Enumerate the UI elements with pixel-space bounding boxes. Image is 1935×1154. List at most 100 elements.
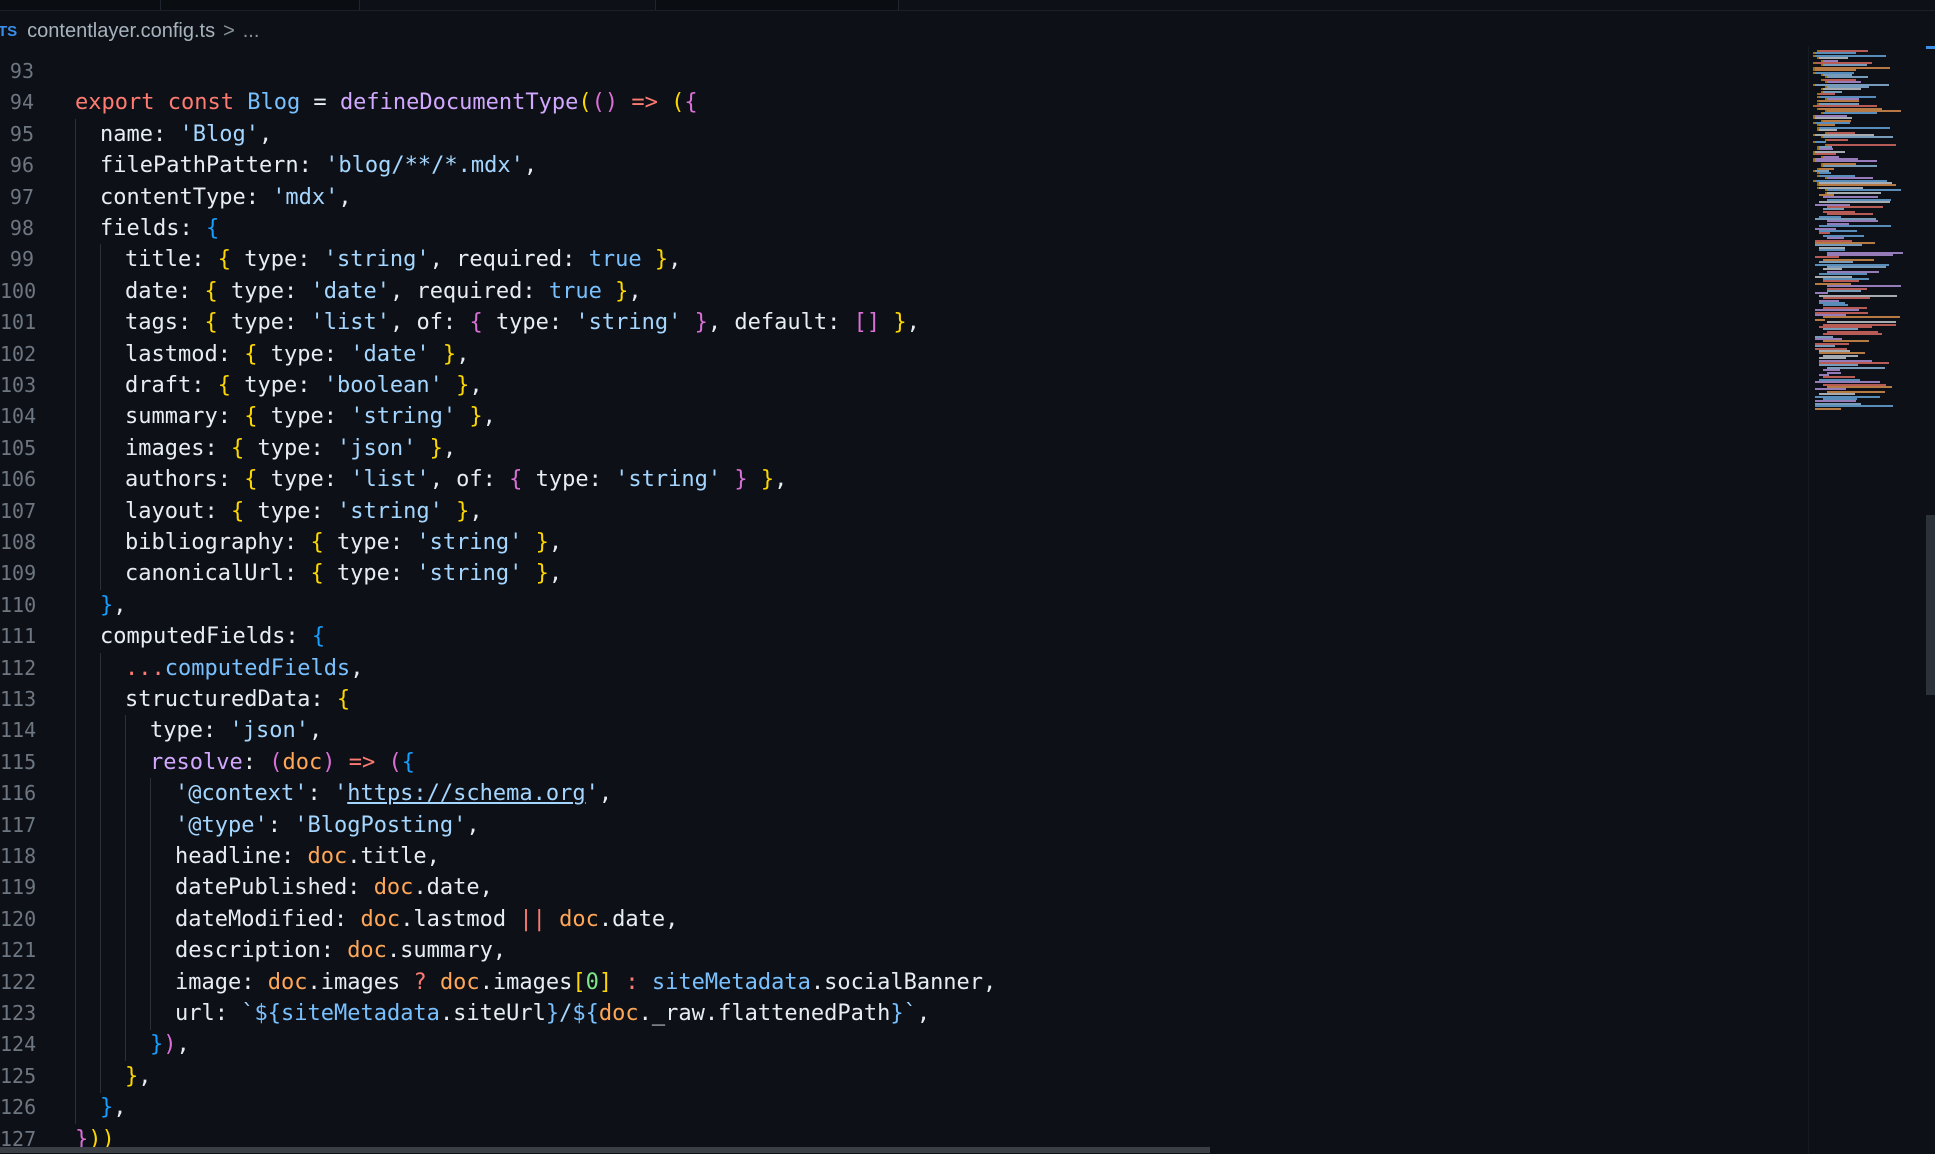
code-token: doc — [559, 906, 599, 932]
code-token: { — [204, 310, 231, 336]
line-number: 119 — [0, 875, 37, 900]
indent-guide — [75, 244, 76, 277]
line-number: 123 — [0, 1001, 37, 1025]
indent-guide — [75, 966, 76, 999]
code-line[interactable]: 113 structuredData: { — [0, 684, 1800, 715]
minimap-line — [1815, 407, 1841, 410]
code-token: .images — [307, 969, 414, 995]
code-line[interactable]: 124}), — [0, 1029, 1800, 1060]
tab[interactable] — [656, 0, 899, 10]
indent-guide — [100, 558, 101, 591]
code-token: true — [548, 278, 602, 304]
code-token: () — [591, 90, 619, 116]
line-number: 124 — [0, 1032, 37, 1057]
code-line[interactable]: 126}, — [0, 1092, 1800, 1123]
code-token: ' — [585, 781, 599, 807]
minimap[interactable] — [1808, 46, 1935, 1154]
code-content: }, — [100, 1092, 127, 1123]
code-line[interactable]: 125}, — [0, 1061, 1800, 1092]
code-token: doc — [267, 969, 308, 995]
code-line[interactable]: 106 authors: { type: 'list', of: { type: … — [0, 464, 1800, 495]
code-token: { — [684, 90, 698, 116]
indent-guide — [75, 118, 76, 151]
breadcrumb-symbol[interactable]: ... — [243, 20, 260, 43]
indent-guide — [75, 1092, 76, 1125]
code-line[interactable]: 100 date: { type: 'date', required: true … — [0, 276, 1800, 307]
code-token: } — [601, 278, 629, 304]
code-line[interactable]: 115 resolve: (doc) => ({ — [0, 747, 1800, 778]
indent-guide — [150, 778, 151, 811]
code-token: } — [456, 404, 483, 430]
code-token: bibliography: — [125, 530, 311, 555]
code-token: .date, — [598, 906, 679, 932]
line-number: 97 — [9, 184, 34, 209]
code-content: '@type': 'BlogPosting', — [175, 810, 480, 841]
code-line[interactable]: 107 layout: { type: 'string' }, — [0, 496, 1800, 527]
code-line[interactable]: 105 images: { type: 'json' }, — [0, 433, 1800, 464]
code-line[interactable]: 122 image: doc.images ? doc.images[0] : s… — [0, 967, 1800, 998]
minimap-line — [1815, 318, 1825, 321]
code-token: , — [466, 812, 480, 838]
code-editor[interactable]: 93 94 export const Blog = defineDocumentTy… — [0, 46, 1805, 1154]
code-line[interactable]: 123 url: `${siteMetadata.siteUrl}/${doc._… — [0, 998, 1800, 1029]
code-line[interactable]: 108 bibliography: { type: 'string' }, — [0, 527, 1800, 558]
breadcrumb-file[interactable]: contentlayer.config.ts — [27, 20, 215, 43]
tab[interactable] — [161, 0, 360, 10]
line-number: 104 — [0, 404, 37, 429]
code-line[interactable]: 117 '@type': 'BlogPosting', — [0, 810, 1800, 841]
code-line[interactable]: 119 datePublished: doc.date, — [0, 872, 1800, 903]
indent-guide — [75, 432, 76, 465]
code-line[interactable]: 112 ...computedFields, — [0, 653, 1800, 684]
indent-guide — [100, 778, 101, 811]
code-token: , — [628, 278, 642, 304]
code-token: } — [522, 561, 549, 587]
indent-guide — [75, 715, 76, 748]
code-token: layout: — [125, 498, 231, 524]
code-token: tags: — [125, 310, 205, 336]
code-token: type: — [244, 373, 324, 398]
tab[interactable] — [0, 0, 161, 10]
code-line[interactable]: 111 computedFields: { — [0, 621, 1800, 652]
code-line[interactable]: 120 dateModified: doc.lastmod || doc.date… — [0, 904, 1800, 935]
code-content: draft: { type: 'boolean' }, — [125, 370, 483, 401]
code-line[interactable]: 109 canonicalUrl: { type: 'string' }, — [0, 558, 1800, 589]
code-token: } — [442, 498, 470, 524]
code-token: , — [906, 310, 920, 336]
code-line[interactable]: 118 headline: doc.title, — [0, 841, 1800, 872]
code-token: 'json' — [229, 718, 309, 744]
code-token: type: — [336, 530, 417, 555]
code-line[interactable]: 98 fields: { — [0, 213, 1800, 244]
code-token: : — [242, 749, 270, 775]
code-line[interactable]: 97 contentType: 'mdx', — [0, 182, 1800, 213]
code-line[interactable]: 94 export const Blog = defineDocumentType… — [0, 87, 1800, 118]
code-line[interactable]: 101 tags: { type: 'list', of: { type: 'st… — [0, 307, 1800, 338]
code-token: [] — [853, 310, 881, 336]
indent-guide — [75, 841, 76, 873]
code-line[interactable]: 104 summary: { type: 'string' }, — [0, 401, 1800, 432]
code-token: type: — [230, 310, 311, 336]
code-content: }, — [125, 1061, 152, 1092]
code-line[interactable]: 96 filePathPattern: 'blog/**/*.mdx', — [0, 150, 1800, 181]
code-token: , required: — [429, 247, 589, 273]
code-line[interactable]: 102 lastmod: { type: 'date' }, — [0, 339, 1800, 370]
code-line[interactable]: 116 '@context': 'https://schema.org', — [0, 778, 1800, 809]
code-content: }), — [150, 1029, 190, 1060]
code-line[interactable]: 114 type: 'json', — [0, 715, 1800, 746]
code-token: const — [167, 90, 248, 116]
code-token: ._raw.flattenedPath — [638, 1001, 891, 1026]
code-token: canonicalUrl: — [125, 561, 311, 587]
horizontal-scrollbar[interactable] — [0, 1147, 1210, 1153]
code-line[interactable]: 110}, — [0, 590, 1800, 621]
code-line[interactable]: 93 — [0, 56, 1800, 87]
code-token: 'string' — [323, 247, 430, 273]
code-line[interactable]: 121 description: doc.summary, — [0, 935, 1800, 966]
code-token: } — [429, 341, 457, 367]
code-line[interactable]: 95 name: 'Blog', — [0, 119, 1800, 150]
code-line[interactable]: 103 draft: { type: 'boolean' }, — [0, 370, 1800, 401]
code-line[interactable]: 99 title: { type: 'string', required: tru… — [0, 244, 1800, 275]
code-token: true — [588, 247, 642, 273]
indent-guide — [75, 621, 76, 654]
indent-guide — [125, 746, 126, 779]
vertical-scrollbar[interactable] — [1926, 515, 1935, 695]
indent-guide — [150, 935, 151, 968]
